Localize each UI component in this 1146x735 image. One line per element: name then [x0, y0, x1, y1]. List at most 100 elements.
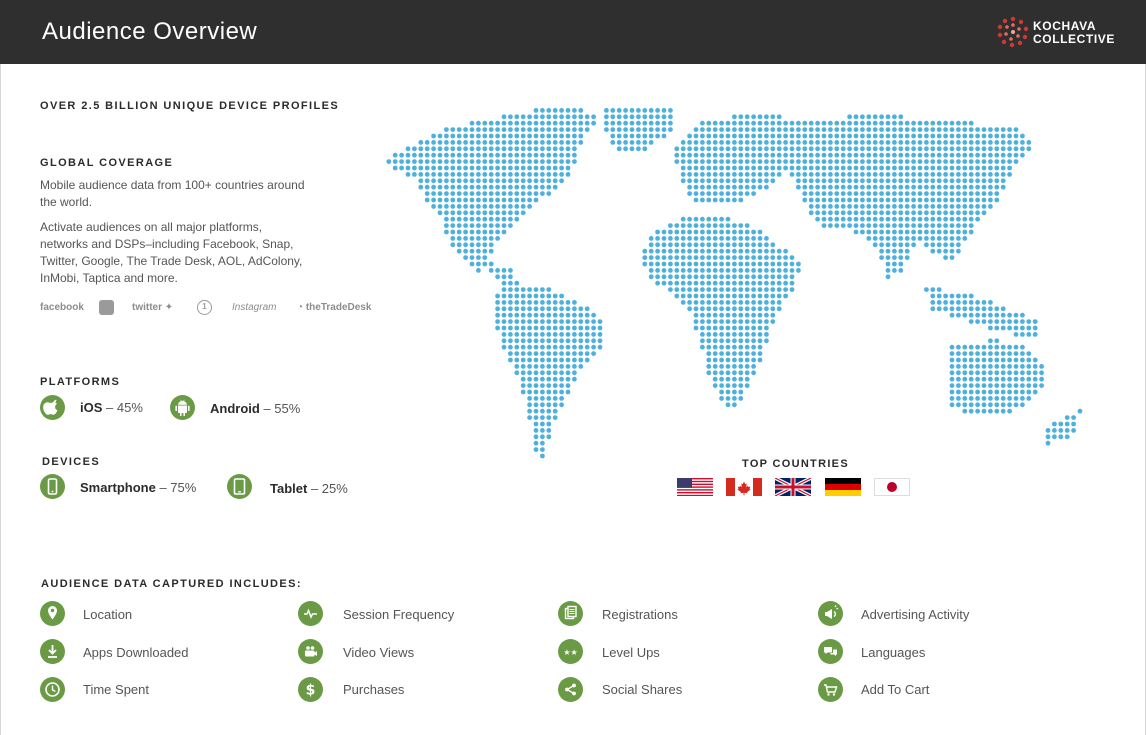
map-dot [514, 287, 520, 292]
map-dot [533, 447, 539, 452]
map-dot [904, 191, 910, 196]
map-dot [879, 159, 884, 164]
map-dot [757, 184, 763, 190]
map-dot [975, 306, 980, 312]
map-dot [879, 133, 884, 139]
map-dot [424, 165, 430, 171]
map-dot [527, 114, 532, 120]
map-dot [783, 146, 788, 152]
map-dot [476, 210, 481, 216]
map-dot [936, 152, 942, 158]
map-dot [540, 440, 545, 446]
map-dot [616, 140, 622, 145]
map-dot [514, 210, 520, 216]
map-dot [744, 159, 750, 164]
map-dot [917, 172, 923, 177]
map-dot [456, 140, 462, 145]
map-dot [533, 351, 539, 356]
map-dot [661, 229, 667, 235]
map-dot [565, 133, 571, 139]
map-dot [738, 389, 744, 395]
map-dot [482, 248, 488, 254]
map-dot [552, 408, 558, 414]
map-dot [725, 293, 731, 299]
map-dot [725, 255, 731, 260]
map-dot [783, 274, 788, 280]
map-dot [962, 152, 968, 158]
map-dot [559, 396, 564, 401]
map-dot [988, 172, 993, 177]
map-dot [751, 120, 756, 126]
map-dot [508, 300, 513, 305]
map-dot [1039, 364, 1044, 369]
map-dot [629, 133, 635, 139]
map-dot [949, 152, 955, 158]
map-dot [546, 338, 552, 344]
map-dot [604, 120, 609, 126]
map-dot [725, 370, 731, 376]
map-dot [738, 261, 744, 267]
map-dot [693, 261, 699, 267]
map-dot [834, 197, 840, 203]
map-dot [456, 204, 462, 209]
map-dot [751, 364, 756, 369]
map-dot [757, 338, 763, 344]
map-dot [527, 408, 532, 414]
map-dot [725, 402, 731, 408]
map-dot [687, 133, 692, 139]
map-dot [527, 376, 532, 382]
map-dot [495, 236, 500, 241]
map-dot [706, 184, 712, 190]
map-dot [968, 351, 974, 356]
map-dot [687, 236, 692, 241]
map-dot [642, 133, 648, 139]
map-dot [700, 165, 705, 171]
map-dot [418, 178, 424, 184]
map-dot [572, 152, 577, 158]
map-dot [1007, 376, 1012, 382]
map-dot [808, 120, 814, 126]
map-dot [693, 255, 699, 260]
map-dot [956, 248, 961, 254]
map-dot [533, 172, 539, 177]
map-dot [860, 223, 865, 228]
map-dot [661, 120, 667, 126]
map-dot [988, 204, 993, 209]
map-dot [796, 178, 801, 184]
map-dot [988, 152, 993, 158]
map-dot [540, 408, 545, 414]
map-dot [981, 184, 987, 190]
map-dot [872, 223, 878, 228]
map-dot [738, 268, 744, 273]
map-dot [872, 152, 878, 158]
map-dot [732, 383, 737, 388]
map-dot [552, 159, 558, 164]
us-flag-icon [677, 478, 713, 496]
map-dot [514, 364, 520, 369]
map-dot [488, 152, 494, 158]
map-dot [885, 197, 891, 203]
map-dot [943, 127, 948, 132]
map-dot [789, 152, 795, 158]
map-dot [962, 223, 968, 228]
map-dot [962, 389, 968, 395]
map-dot [943, 140, 948, 145]
map-dot [796, 184, 801, 190]
map-dot [898, 159, 904, 164]
map-dot [738, 146, 744, 152]
map-dot [789, 280, 795, 286]
map-dot [834, 133, 840, 139]
map-dot [540, 421, 545, 427]
map-dot [712, 293, 718, 299]
map-dot [744, 255, 750, 260]
map-dot [879, 255, 884, 260]
map-dot [687, 274, 692, 280]
map-dot [725, 357, 731, 363]
map-dot [552, 338, 558, 344]
map-dot [610, 120, 616, 126]
map-dot [808, 165, 814, 171]
map-dot [904, 242, 910, 248]
map-dot [687, 178, 692, 184]
map-dot [1026, 351, 1032, 356]
map-dot [885, 261, 891, 267]
